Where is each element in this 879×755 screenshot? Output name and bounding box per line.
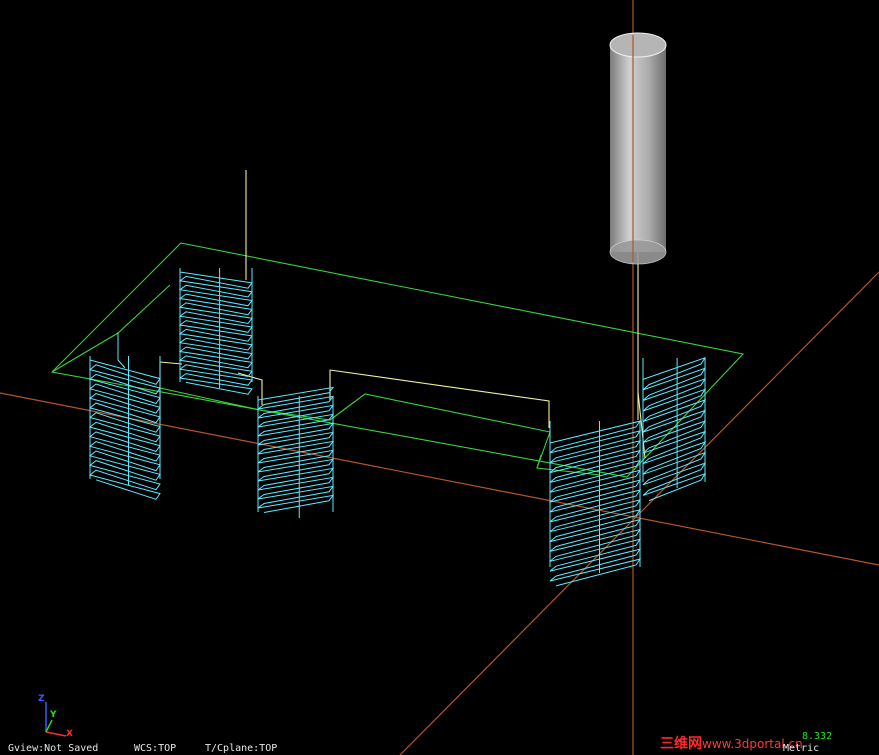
triad-y-label: Y (50, 710, 57, 720)
toolpath-stack (257, 386, 335, 518)
wcs-status: WCS:TOP (134, 743, 177, 754)
triad-z-label: Z (38, 694, 45, 704)
tool-cylinder (609, 32, 667, 265)
toolpath-stack (88, 356, 161, 500)
axis-triad: Z Y X (30, 692, 80, 740)
toolpath-canvas (0, 0, 879, 755)
units-label: Metric (783, 743, 820, 754)
graphics-viewport[interactable]: Z Y X 8.332 三维网www.3dportal.cn Gview:Not… (0, 0, 879, 755)
status-bar: Gview:Not Saved WCS:TOP T/Cplane:TOP (0, 743, 879, 755)
coil-path (178, 271, 253, 395)
triad-x-label: X (66, 729, 73, 739)
gview-status: Gview:Not Saved (8, 743, 99, 754)
toolpath-coils (88, 268, 707, 587)
tplane-status: T/Cplane:TOP (205, 743, 278, 754)
lead-in-path (117, 333, 126, 369)
world-axes (0, 0, 879, 755)
coordinate-readout: 8.332 (802, 731, 833, 742)
coil-path (257, 386, 335, 513)
toolpath-stack (178, 268, 253, 395)
rapid-moves (159, 170, 646, 459)
